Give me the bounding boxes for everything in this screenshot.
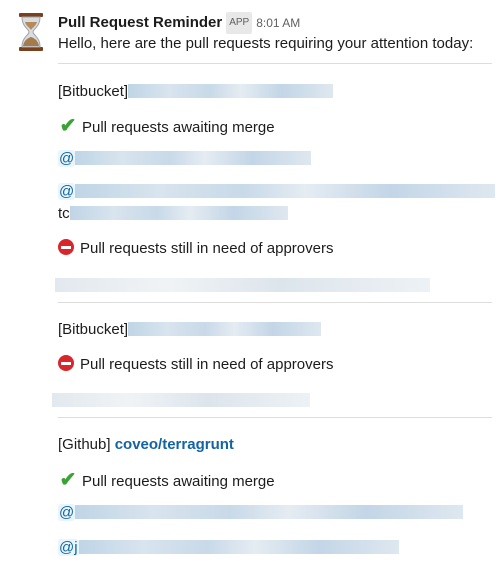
redacted-pr[interactable] bbox=[69, 206, 288, 220]
mention[interactable]: @ bbox=[58, 183, 76, 200]
avatar[interactable] bbox=[18, 13, 44, 51]
no-entry-icon bbox=[58, 355, 74, 371]
group-title: ✔ Pull requests awaiting merge bbox=[58, 116, 275, 138]
group-title-text: Pull requests still in need of approvers bbox=[80, 356, 334, 373]
pr-item[interactable]: @j bbox=[58, 538, 399, 558]
group-title: Pull requests still in need of approvers bbox=[58, 239, 333, 259]
group-title-text: Pull requests still in need of approvers bbox=[80, 240, 334, 257]
redacted-pr[interactable] bbox=[52, 393, 310, 407]
redacted-pr[interactable] bbox=[75, 151, 312, 165]
pr-item[interactable] bbox=[55, 276, 430, 296]
check-icon: ✔ bbox=[59, 469, 77, 491]
redacted-repo-link[interactable] bbox=[128, 84, 334, 98]
redacted-pr[interactable] bbox=[55, 278, 430, 292]
section-header: [Github] coveo/terragrunt bbox=[58, 435, 234, 455]
pr-item[interactable]: @ bbox=[58, 503, 464, 523]
pr-item[interactable] bbox=[52, 391, 310, 411]
divider bbox=[58, 302, 492, 303]
mention[interactable]: @j bbox=[58, 539, 79, 556]
group-title: Pull requests still in need of approvers bbox=[58, 355, 333, 375]
mention[interactable]: @ bbox=[58, 150, 76, 167]
pr-text: tc bbox=[58, 205, 70, 222]
pr-item[interactable]: @ bbox=[58, 149, 312, 169]
pr-item-wrap[interactable]: tc bbox=[58, 204, 288, 224]
group-title-text: Pull requests awaiting merge bbox=[82, 119, 275, 136]
section-header: [Bitbucket] bbox=[58, 320, 322, 340]
message-header: Pull Request Reminder APP 8:01 AM bbox=[58, 12, 300, 34]
repo-link[interactable]: coveo/terragrunt bbox=[115, 436, 234, 453]
app-badge: APP bbox=[226, 12, 253, 34]
timestamp[interactable]: 8:01 AM bbox=[256, 16, 300, 30]
section-header: [Bitbucket] bbox=[58, 82, 334, 102]
group-title: ✔ Pull requests awaiting merge bbox=[58, 470, 275, 492]
intro-text: Hello, here are the pull requests requir… bbox=[58, 35, 474, 52]
redacted-pr[interactable] bbox=[75, 184, 496, 198]
redacted-pr[interactable] bbox=[75, 505, 464, 519]
sender-name[interactable]: Pull Request Reminder bbox=[58, 14, 222, 31]
source-label: [Github] bbox=[58, 436, 111, 453]
hourglass-icon bbox=[19, 13, 43, 51]
no-entry-icon bbox=[58, 239, 74, 255]
redacted-pr[interactable] bbox=[78, 540, 399, 554]
redacted-repo-link[interactable] bbox=[128, 322, 322, 336]
check-icon: ✔ bbox=[59, 115, 77, 137]
pr-item[interactable]: @ bbox=[58, 182, 496, 202]
source-label: [Bitbucket] bbox=[58, 321, 129, 338]
mention[interactable]: @ bbox=[58, 504, 76, 521]
source-label: [Bitbucket] bbox=[58, 83, 129, 100]
divider bbox=[58, 63, 492, 64]
group-title-text: Pull requests awaiting merge bbox=[82, 473, 275, 490]
divider bbox=[58, 417, 492, 418]
